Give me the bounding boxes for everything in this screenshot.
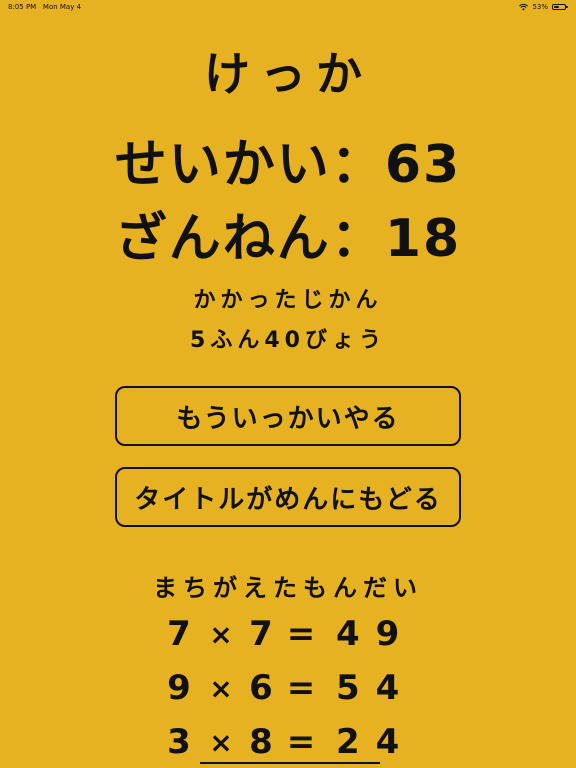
battery-tip [566,6,568,8]
operand-a: 7 [167,614,191,654]
battery-icon [552,4,568,10]
correct-value: 63 [384,135,462,195]
battery-fill [554,6,560,8]
retry-button[interactable]: もういっかいやる [115,386,461,446]
back-to-title-button[interactable]: タイトルがめんにもどる [115,467,461,527]
wrong-score: ざんねん：18 [0,196,576,271]
operator: × [209,726,233,759]
wrong-separator: ： [330,209,385,269]
operator: × [209,618,233,651]
status-time-date: 8:05 PM Mon May 4 [8,0,81,14]
operand-a: 3 [167,722,191,762]
battery-percent: 53% [532,3,548,11]
result-title: けっか [204,47,372,101]
operator: × [209,672,233,705]
time-taken-value: 5ふん40びょう [190,328,386,353]
answer: 54 [336,668,416,708]
correct-separator: ： [330,135,385,195]
wifi-icon [519,3,529,10]
time-taken-label: かかったじかん [193,288,383,313]
mistake-problem: 3 × 8 = 24 [166,722,426,766]
back-to-title-button-label: タイトルがめんにもどる [134,484,442,515]
operand-a: 9 [167,668,191,708]
correct-label: せいかい [114,135,331,195]
mistake-problem: 9 × 6 = 54 [166,668,426,712]
status-indicators: 53% [519,0,568,14]
correct-score: せいかい：63 [0,122,576,197]
retry-button-label: もういっかいやる [176,403,400,434]
operand-b: 8 [249,722,273,762]
equals-sign: = [286,722,316,762]
status-date: Mon May 4 [42,3,82,11]
status-time: 8:05 PM [8,3,37,11]
operand-b: 6 [249,668,273,708]
wrong-label: ざんねん [114,209,331,269]
mistakes-header: まちがえたもんだい [153,574,423,602]
equals-sign: = [286,668,316,708]
operand-b: 7 [249,614,273,654]
scroll-divider [200,762,380,764]
equals-sign: = [286,614,316,654]
mistake-problem: 7 × 7 = 49 [166,614,426,658]
status-bar: 8:05 PM Mon May 4 53% [0,0,576,14]
answer: 49 [336,614,416,654]
wrong-value: 18 [384,209,462,269]
answer: 24 [336,722,416,762]
